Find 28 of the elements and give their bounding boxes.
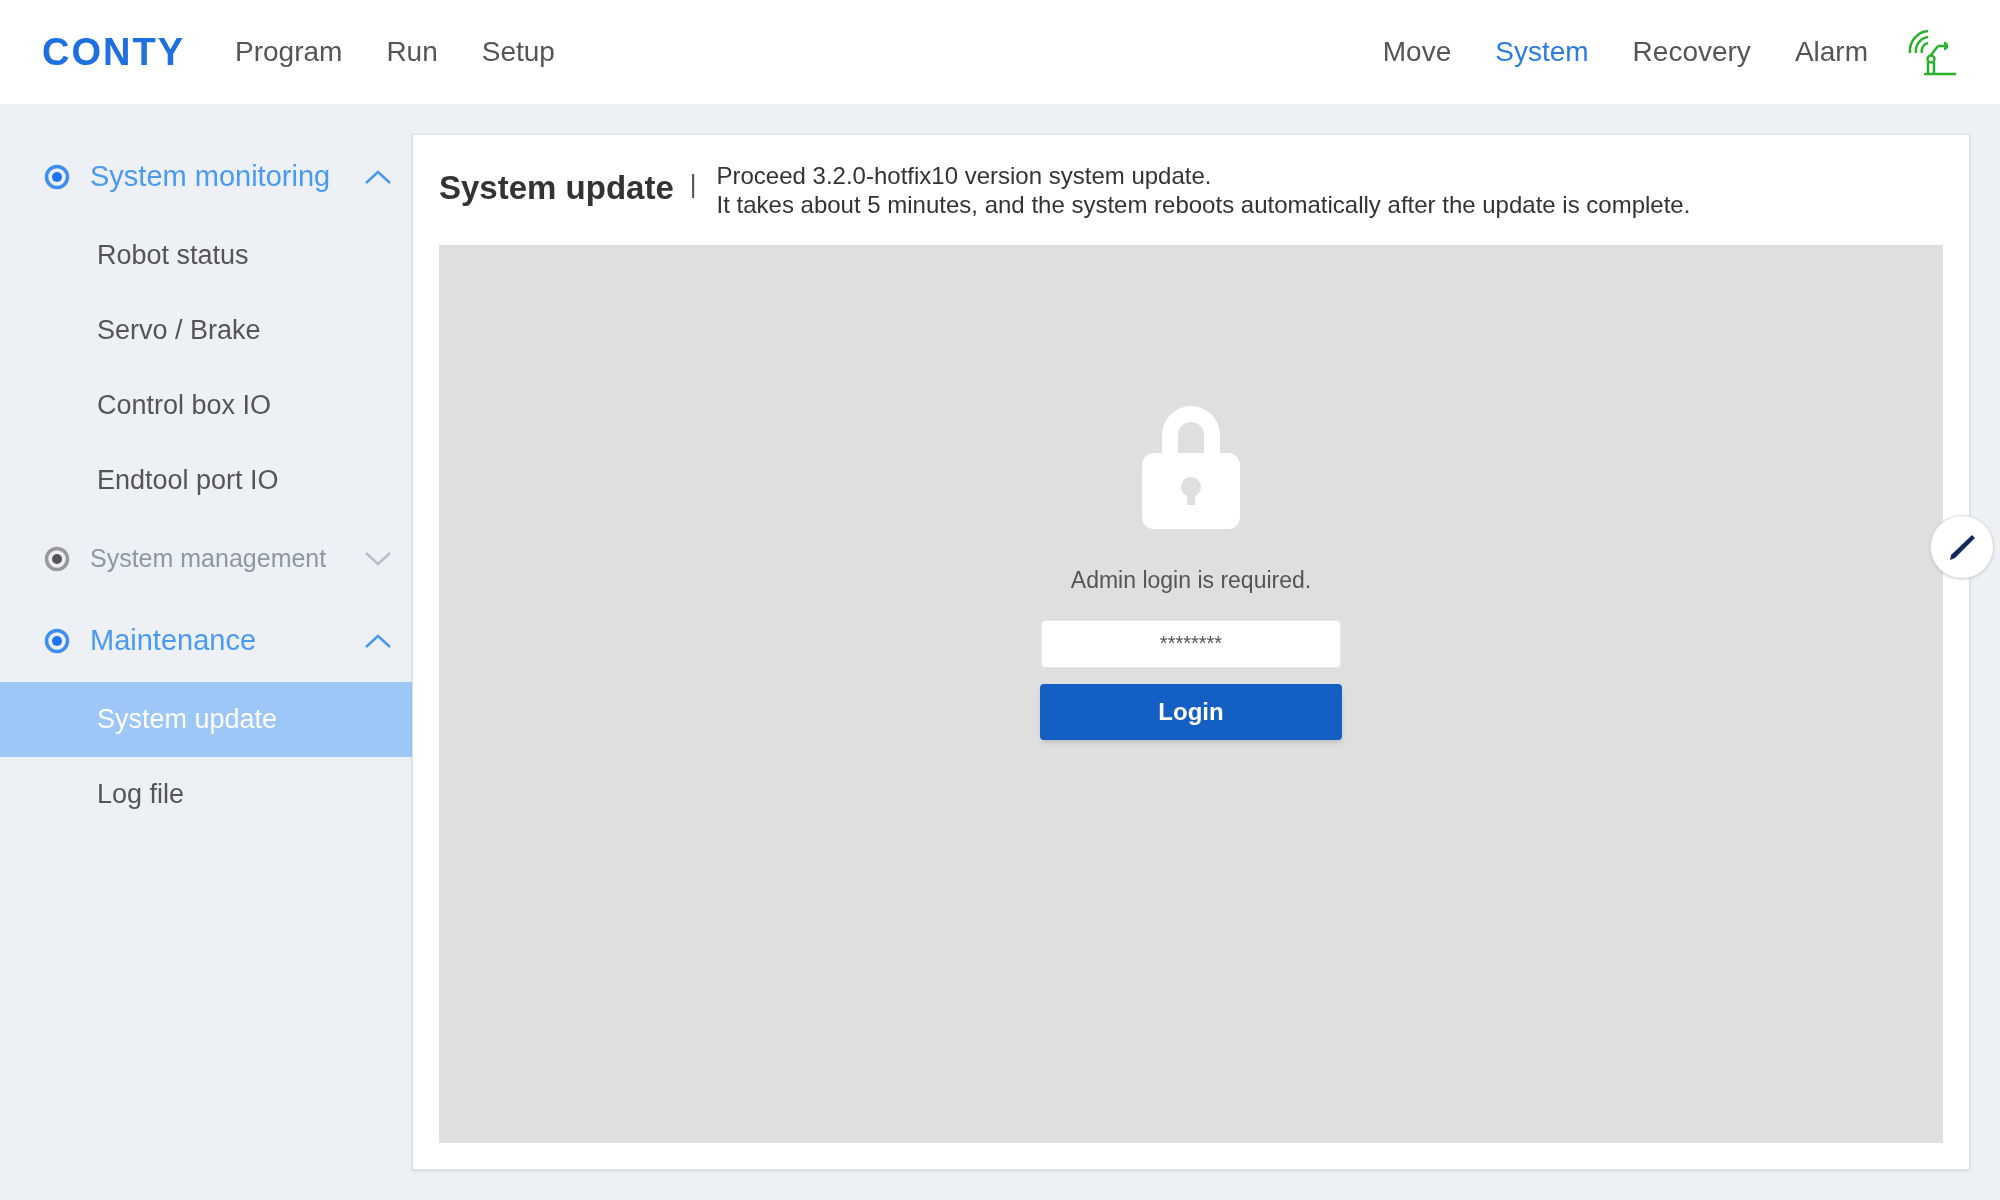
nav-tab[interactable]: Alarm xyxy=(1794,31,1868,73)
sidebar-item[interactable]: Endtool port IO xyxy=(0,443,412,518)
pencil-icon xyxy=(1947,532,1977,562)
robot-signal-icon[interactable] xyxy=(1906,27,1958,77)
sidebar-item[interactable]: Servo / Brake xyxy=(0,293,412,368)
nav-tab[interactable]: System xyxy=(1495,31,1589,73)
nav-tab[interactable]: Run xyxy=(386,31,438,73)
sidebar-item[interactable]: Control box IO xyxy=(0,368,412,443)
password-field[interactable]: ******** xyxy=(1041,619,1341,668)
radio-bullet-icon xyxy=(44,164,70,190)
nav-tab[interactable]: Setup xyxy=(481,31,555,73)
login-message: Admin login is required. xyxy=(1070,566,1312,595)
radio-bullet-icon xyxy=(44,628,70,654)
description-text: Proceed 3.2.0-hotfix10 version system update. xyxy=(716,161,1213,190)
sidebar-item[interactable]: Robot status xyxy=(0,218,412,293)
nav-tab[interactable]: Move xyxy=(1382,31,1452,73)
chevron-down-icon[interactable] xyxy=(364,551,392,567)
radio-bullet-icon xyxy=(44,546,70,572)
description-text: It takes about 5 minutes, and the system reboots automatically after the update is complete. xyxy=(716,190,1691,219)
nav-tab[interactable]: Program xyxy=(235,31,343,73)
sidebar-item[interactable]: Log file xyxy=(0,757,412,832)
nav-tab[interactable]: Recovery xyxy=(1632,31,1751,73)
logo: CONTY xyxy=(42,29,185,75)
chevron-up-icon[interactable] xyxy=(364,633,392,649)
login-button[interactable]: Login xyxy=(1040,683,1342,740)
separator-text: | xyxy=(689,168,697,201)
chevron-up-icon[interactable] xyxy=(364,169,392,185)
page-title: System update xyxy=(439,168,674,208)
